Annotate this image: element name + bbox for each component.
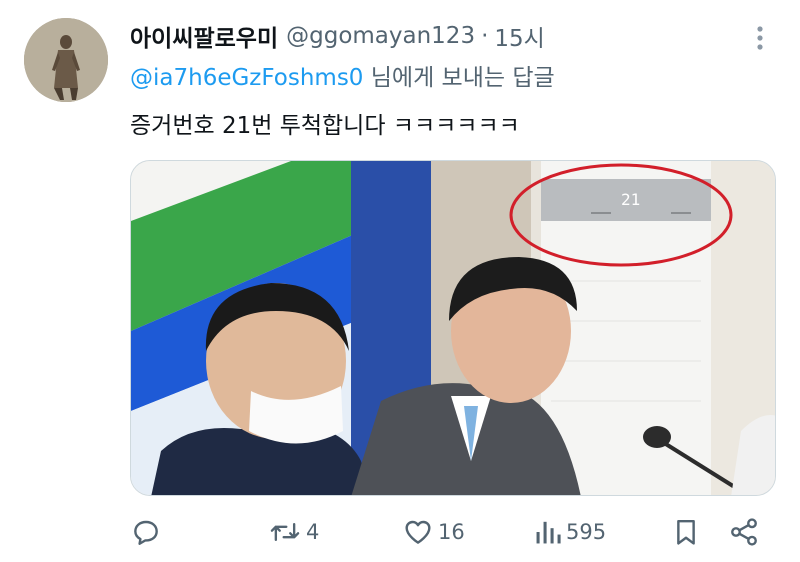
reply-button[interactable]: [130, 512, 166, 552]
like-count: 16: [438, 520, 465, 544]
more-vertical-icon: [757, 26, 763, 50]
separator-dot: ·: [481, 23, 489, 49]
retweet-button[interactable]: 4: [268, 512, 319, 552]
retweet-icon: [270, 522, 300, 542]
views-button[interactable]: 595: [534, 512, 606, 552]
more-options-button[interactable]: [745, 20, 775, 56]
photo-image: 21: [131, 161, 775, 495]
reply-context-label: 님에게 보내는 답글: [363, 65, 555, 91]
tweet-actions: 4 16 595: [130, 512, 776, 552]
share-button[interactable]: [728, 512, 760, 552]
avatar-image: [24, 18, 108, 102]
tweet-timestamp[interactable]: 15시: [494, 19, 544, 53]
reply-mention-link[interactable]: @ia7h6eGzFoshms0: [130, 65, 363, 91]
bookmark-button[interactable]: [672, 512, 700, 552]
tweet-photo[interactable]: 21: [130, 160, 776, 496]
tweet-header: 아이씨팔로우미 @ggomayan123 · 15시: [130, 18, 545, 54]
author-display-name[interactable]: 아이씨팔로우미: [130, 19, 278, 53]
author-handle[interactable]: @ggomayan123: [286, 23, 475, 49]
reply-icon: [134, 520, 158, 545]
analytics-icon: [536, 521, 561, 544]
like-button[interactable]: 16: [402, 512, 465, 552]
retweet-count: 4: [306, 520, 320, 544]
share-icon: [731, 518, 757, 546]
reply-context: @ia7h6eGzFoshms0 님에게 보내는 답글: [130, 60, 555, 96]
bookmark-icon: [677, 519, 695, 545]
avatar[interactable]: [24, 18, 108, 102]
tweet-text: 증거번호 21번 투척합니다 ㅋㅋㅋㅋㅋㅋ: [130, 113, 520, 139]
view-count: 595: [566, 520, 607, 544]
ac-display-reading: 21: [621, 190, 640, 209]
heart-icon: [405, 520, 431, 544]
